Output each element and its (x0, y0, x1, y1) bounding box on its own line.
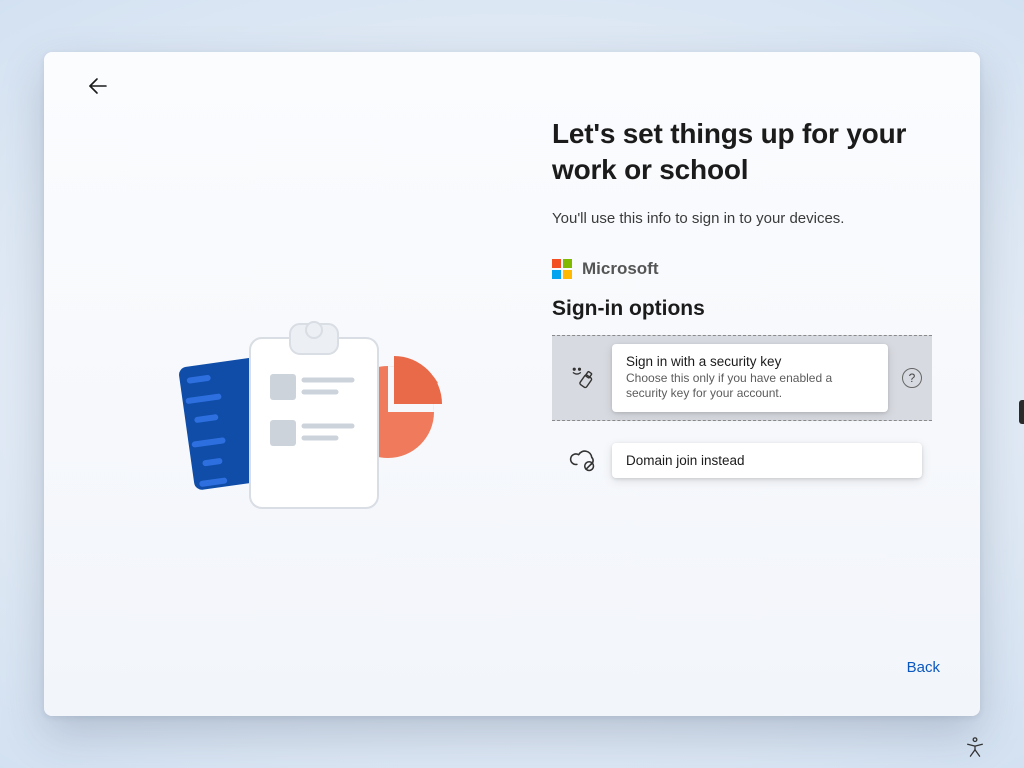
page-subtitle: You'll use this info to sign in to your … (552, 210, 936, 227)
option-security-key-title: Sign in with a security key (626, 354, 874, 369)
signin-options-list: Sign in with a security key Choose this … (552, 335, 932, 484)
help-icon[interactable]: ? (902, 368, 922, 388)
accessibility-icon (964, 736, 986, 758)
setup-illustration (100, 280, 460, 520)
option-security-key[interactable]: Sign in with a security key Choose this … (552, 335, 932, 421)
signin-options-heading: Sign-in options (552, 297, 936, 321)
microsoft-brand: Microsoft (552, 259, 936, 279)
option-security-key-card: Sign in with a security key Choose this … (612, 344, 888, 412)
accessibility-button[interactable] (960, 732, 990, 762)
option-domain-join-card: Domain join instead (612, 443, 922, 478)
right-pane: Let's set things up for your work or sch… (552, 116, 936, 484)
back-arrow-button[interactable] (80, 68, 116, 104)
microsoft-brand-text: Microsoft (582, 259, 659, 279)
security-key-icon (568, 363, 598, 393)
microsoft-logo-icon (552, 259, 572, 279)
cloud-blocked-icon (568, 445, 598, 475)
back-link[interactable]: Back (907, 659, 940, 676)
edge-tab-handle[interactable] (1019, 400, 1024, 424)
option-domain-join[interactable]: Domain join instead (552, 437, 932, 484)
page-title: Let's set things up for your work or sch… (552, 116, 936, 188)
option-domain-join-title: Domain join instead (626, 453, 908, 468)
setup-card: Let's set things up for your work or sch… (44, 52, 980, 716)
arrow-left-icon (86, 74, 110, 98)
option-security-key-desc: Choose this only if you have enabled a s… (626, 371, 874, 402)
